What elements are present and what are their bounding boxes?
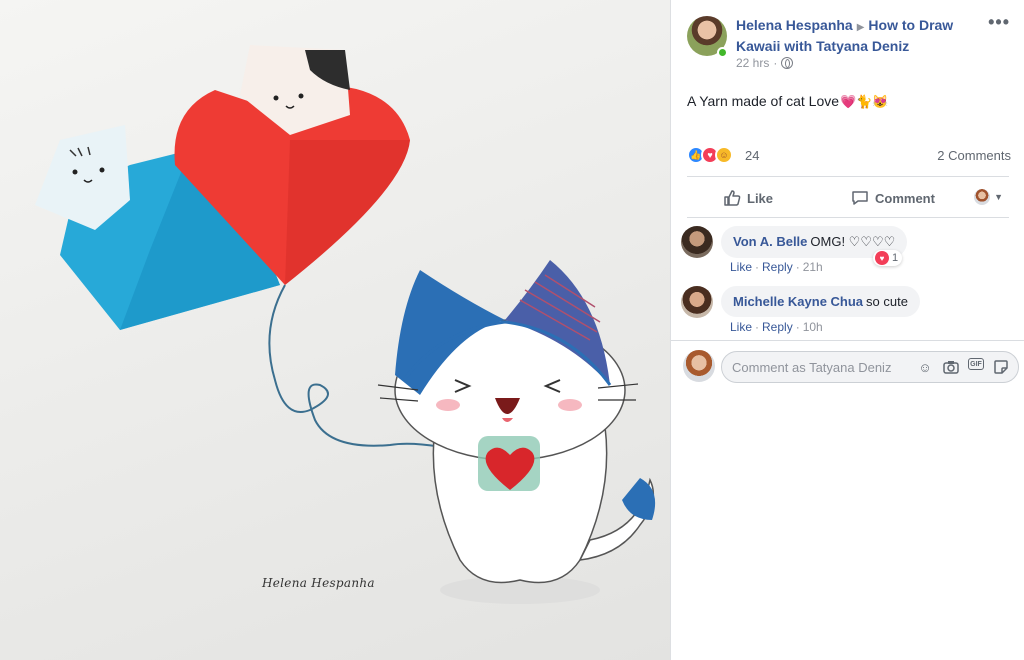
user-mini-avatar [974,189,991,205]
post-meta: 22 hrs · [736,56,794,70]
comment-meta: Like · Reply · 21h [730,260,823,274]
post-title: Helena Hespanha ▶ How to Draw Kawaii with … [736,16,986,55]
reaction-as-selector[interactable]: ▼ [974,189,1003,205]
like-button-label: Like [747,190,774,206]
comment-reply-link[interactable]: Reply [762,320,793,334]
comment-meta: Like · Reply · 10h [730,320,823,334]
triangle-right-icon: ▶ [856,22,865,33]
online-status-icon [717,47,728,58]
post-actions: Like Comment ▼ [687,183,1009,213]
comment-item: Von A. Belle OMG! ♡♡♡♡ ♥ 1 Like · Reply · 21h [681,226,1011,276]
comment-input[interactable]: Comment as Tatyana Deniz ☺ GIF [721,351,1019,383]
divider [687,217,1009,218]
comment-bubble-icon [852,191,868,205]
reaction-icons[interactable]: 👍 ♥ ☺ [687,146,733,164]
chevron-down-icon: ▼ [994,192,1003,202]
post-caption: A Yarn made of cat Love💗🐈😻 [687,93,889,110]
post-header: Helena Hespanha ▶ How to Draw Kawaii with … [687,14,1017,74]
comment-item: Michelle Kayne Chua so cute Like · Reply · 10… [681,286,1011,336]
post-side-panel: Helena Hespanha ▶ How to Draw Kawaii with … [670,0,1024,660]
thumbs-up-icon [724,190,741,206]
comment-like-link[interactable]: Like [730,320,752,334]
current-user-avatar [683,350,715,382]
divider [671,340,1024,341]
divider [687,176,1009,177]
sticker-icon[interactable] [992,358,1010,376]
comment-author-link[interactable]: Von A. Belle [733,234,807,249]
comment-bubble: Michelle Kayne Chua so cute [721,286,920,317]
reaction-count[interactable]: 24 [745,148,759,163]
comment-reaction-badge[interactable]: ♥ 1 [873,250,903,266]
post-photo[interactable]: Helena Hespanha [0,0,670,660]
love-icon: ♥ [875,251,889,265]
gif-icon[interactable]: GIF [968,358,984,370]
emoji-icon[interactable]: ☺ [916,358,934,376]
artist-signature: Helena Hespanha [262,576,375,590]
comment-reply-link[interactable]: Reply [762,260,793,274]
composer-tools: ☺ GIF [916,358,1010,376]
comment-author-link[interactable]: Michelle Kayne Chua [733,294,863,309]
comment-like-link[interactable]: Like [730,260,752,274]
comment-text: OMG! ♡♡♡♡ [810,234,896,249]
reactions-summary: 👍 ♥ ☺ 24 2 Comments [687,146,1011,166]
commenter-avatar[interactable] [681,286,713,318]
like-button[interactable]: Like [723,183,773,213]
globe-icon[interactable] [781,57,794,69]
author-name-link[interactable]: Helena Hespanha [736,17,853,33]
post-time[interactable]: 22 hrs [736,56,769,70]
comment-time[interactable]: 21h [803,260,823,274]
comment-reaction-count: 1 [892,252,899,264]
caption-text: A Yarn made of cat Love [687,93,840,109]
comment-button[interactable]: Comment [851,183,935,213]
care-icon: ☺ [715,146,733,164]
comment-time[interactable]: 10h [803,320,823,334]
comment-input-placeholder: Comment as Tatyana Deniz [732,359,892,375]
caption-emoji: 💗🐈😻 [840,94,889,109]
commenter-avatar[interactable] [681,226,713,258]
more-options-button[interactable]: ••• [988,12,1010,33]
origami-cat-drawing [35,45,656,604]
comment-text: so cute [866,294,908,309]
camera-icon[interactable] [942,358,960,376]
comment-button-label: Comment [875,190,935,206]
comments-count-link[interactable]: 2 Comments [937,148,1011,163]
